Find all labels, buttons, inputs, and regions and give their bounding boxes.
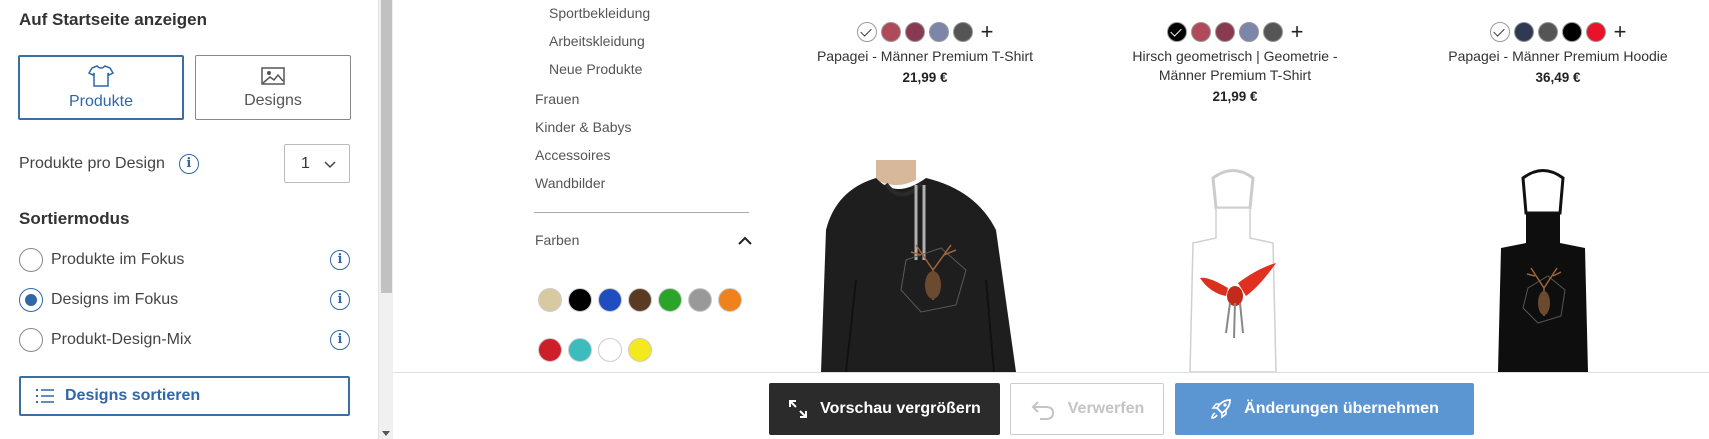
action-bar: Vorschau vergrößern Verwerfen Änderungen… xyxy=(393,372,1709,439)
info-icon[interactable]: i xyxy=(330,330,350,350)
colors-filter-label[interactable]: Farben xyxy=(535,232,579,248)
apply-changes-button[interactable]: Änderungen übernehmen xyxy=(1175,383,1474,435)
product-card[interactable]: + Papagei - Männer Premium T-Shirt 21,99… xyxy=(780,20,1070,86)
color-swatch[interactable] xyxy=(1537,22,1558,42)
settings-panel: Auf Startseite anzeigen Produkte Designs… xyxy=(0,0,378,439)
sort-option-products-focus[interactable]: Produkte im Fokus i xyxy=(19,247,350,273)
discard-label: Verwerfen xyxy=(1067,400,1145,417)
enlarge-preview-button[interactable]: Vorschau vergrößern xyxy=(769,383,1000,435)
color-swatch[interactable] xyxy=(1262,22,1283,42)
divider xyxy=(534,212,749,213)
color-filter-swatch[interactable] xyxy=(718,288,742,312)
category-link[interactable]: Neue Produkte xyxy=(549,61,642,77)
product-image-hoodie[interactable] xyxy=(816,160,1026,372)
color-filter-swatch[interactable] xyxy=(568,338,592,362)
sort-option-designs-focus[interactable]: Designs im Fokus i xyxy=(19,287,350,313)
sort-designs-button[interactable]: Designs sortieren xyxy=(19,376,350,416)
products-per-design-value: 1 xyxy=(301,154,310,172)
color-swatch[interactable] xyxy=(1238,22,1259,42)
list-icon xyxy=(36,389,54,403)
sort-designs-label: Designs sortieren xyxy=(65,387,201,404)
products-per-design-select[interactable]: 1 xyxy=(284,144,350,183)
sort-mode-heading: Sortiermodus xyxy=(19,209,130,228)
chevron-down-icon xyxy=(324,161,336,169)
sort-option-label: Designs im Fokus xyxy=(51,291,179,308)
info-icon[interactable]: i xyxy=(330,290,350,310)
color-filter-swatch[interactable] xyxy=(628,288,652,312)
color-swatch[interactable] xyxy=(880,22,901,42)
color-filter-swatch[interactable] xyxy=(538,288,562,312)
product-card[interactable]: + Papagei - Männer Premium Hoodie 36,49 … xyxy=(1413,20,1703,86)
info-icon[interactable]: i xyxy=(178,154,199,174)
product-name: Hirsch geometrisch | Geometrie - Männer … xyxy=(1132,48,1338,83)
color-swatch[interactable] xyxy=(1561,22,1582,42)
category-link[interactable]: Arbeitskleidung xyxy=(549,33,645,49)
settings-scrollbar[interactable] xyxy=(378,0,393,439)
scrollbar-thumb[interactable] xyxy=(381,0,392,293)
sort-option-mix[interactable]: Produkt-Design-Mix i xyxy=(19,327,350,353)
product-image-apron-black[interactable] xyxy=(1493,168,1593,372)
toggle-products-label: Produkte xyxy=(68,92,134,110)
product-name: Papagei - Männer Premium Hoodie xyxy=(1448,48,1668,64)
apply-changes-label: Änderungen übernehmen xyxy=(1244,400,1439,417)
color-filter-swatch[interactable] xyxy=(598,338,622,362)
color-filter-swatch[interactable] xyxy=(688,288,712,312)
toggle-designs[interactable]: Designs xyxy=(195,55,351,120)
category-link[interactable]: Sportbekleidung xyxy=(549,5,650,21)
color-swatch[interactable] xyxy=(1585,22,1606,42)
radio-button[interactable] xyxy=(19,328,43,352)
home-heading: Auf Startseite anzeigen xyxy=(19,10,207,29)
product-card[interactable]: + Hirsch geometrisch | Geometrie - Männe… xyxy=(1090,20,1380,105)
color-filter-swatch[interactable] xyxy=(568,288,592,312)
product-price: 21,99 € xyxy=(902,70,948,85)
toggle-products[interactable]: Produkte xyxy=(18,55,184,120)
editor-root: Auf Startseite anzeigen Produkte Designs… xyxy=(0,0,1709,439)
image-icon xyxy=(261,66,285,85)
category-link[interactable]: Frauen xyxy=(535,91,579,107)
color-swatch[interactable] xyxy=(1214,22,1235,42)
radio-button[interactable] xyxy=(19,288,43,312)
enlarge-preview-label: Vorschau vergrößern xyxy=(820,400,981,417)
product-color-swatches: + xyxy=(1090,20,1380,44)
color-filter-swatch[interactable] xyxy=(628,338,652,362)
radio-button[interactable] xyxy=(19,248,43,272)
product-color-swatches: + xyxy=(1413,20,1703,44)
color-filter-swatch[interactable] xyxy=(598,288,622,312)
products-per-design-row: Produkte pro Design i xyxy=(19,154,199,174)
more-colors-icon[interactable]: + xyxy=(1614,21,1627,43)
color-swatch[interactable] xyxy=(952,22,973,42)
product-price: 21,99 € xyxy=(1212,89,1258,104)
product-color-swatches: + xyxy=(780,20,1070,44)
category-link[interactable]: Wandbilder xyxy=(535,175,605,191)
color-filter-swatch[interactable] xyxy=(538,338,562,362)
rocket-icon xyxy=(1211,399,1232,419)
toggle-designs-label: Designs xyxy=(244,91,302,109)
color-filter-swatch[interactable] xyxy=(658,288,682,312)
color-swatch[interactable] xyxy=(928,22,949,42)
info-icon[interactable]: i xyxy=(330,250,350,270)
more-colors-icon[interactable]: + xyxy=(1291,21,1304,43)
color-swatch[interactable] xyxy=(1166,22,1187,42)
category-link[interactable]: Kinder & Babys xyxy=(535,119,632,135)
product-price: 36,49 € xyxy=(1535,70,1581,85)
color-swatch[interactable] xyxy=(856,22,877,42)
category-link[interactable]: Accessoires xyxy=(535,147,610,163)
color-swatch[interactable] xyxy=(1489,22,1510,42)
undo-icon xyxy=(1031,401,1054,420)
color-swatch[interactable] xyxy=(1190,22,1211,42)
tshirt-icon xyxy=(88,64,114,87)
discard-button[interactable]: Verwerfen xyxy=(1010,383,1164,435)
sort-option-label: Produkte im Fokus xyxy=(51,251,185,268)
color-swatch[interactable] xyxy=(1513,22,1534,42)
more-colors-icon[interactable]: + xyxy=(981,21,994,43)
chevron-up-icon[interactable] xyxy=(737,235,753,247)
sort-option-label: Produkt-Design-Mix xyxy=(51,331,192,348)
expand-icon xyxy=(789,400,808,418)
product-name: Papagei - Männer Premium T-Shirt xyxy=(816,48,1034,64)
products-per-design-label: Produkte pro Design xyxy=(19,155,165,172)
product-image-apron-white[interactable] xyxy=(1188,168,1278,372)
color-swatch[interactable] xyxy=(904,22,925,42)
scroll-down-arrow-icon[interactable] xyxy=(382,431,390,436)
shop-preview: Sportbekleidung Arbeitskleidung Neue Pro… xyxy=(393,0,1709,372)
